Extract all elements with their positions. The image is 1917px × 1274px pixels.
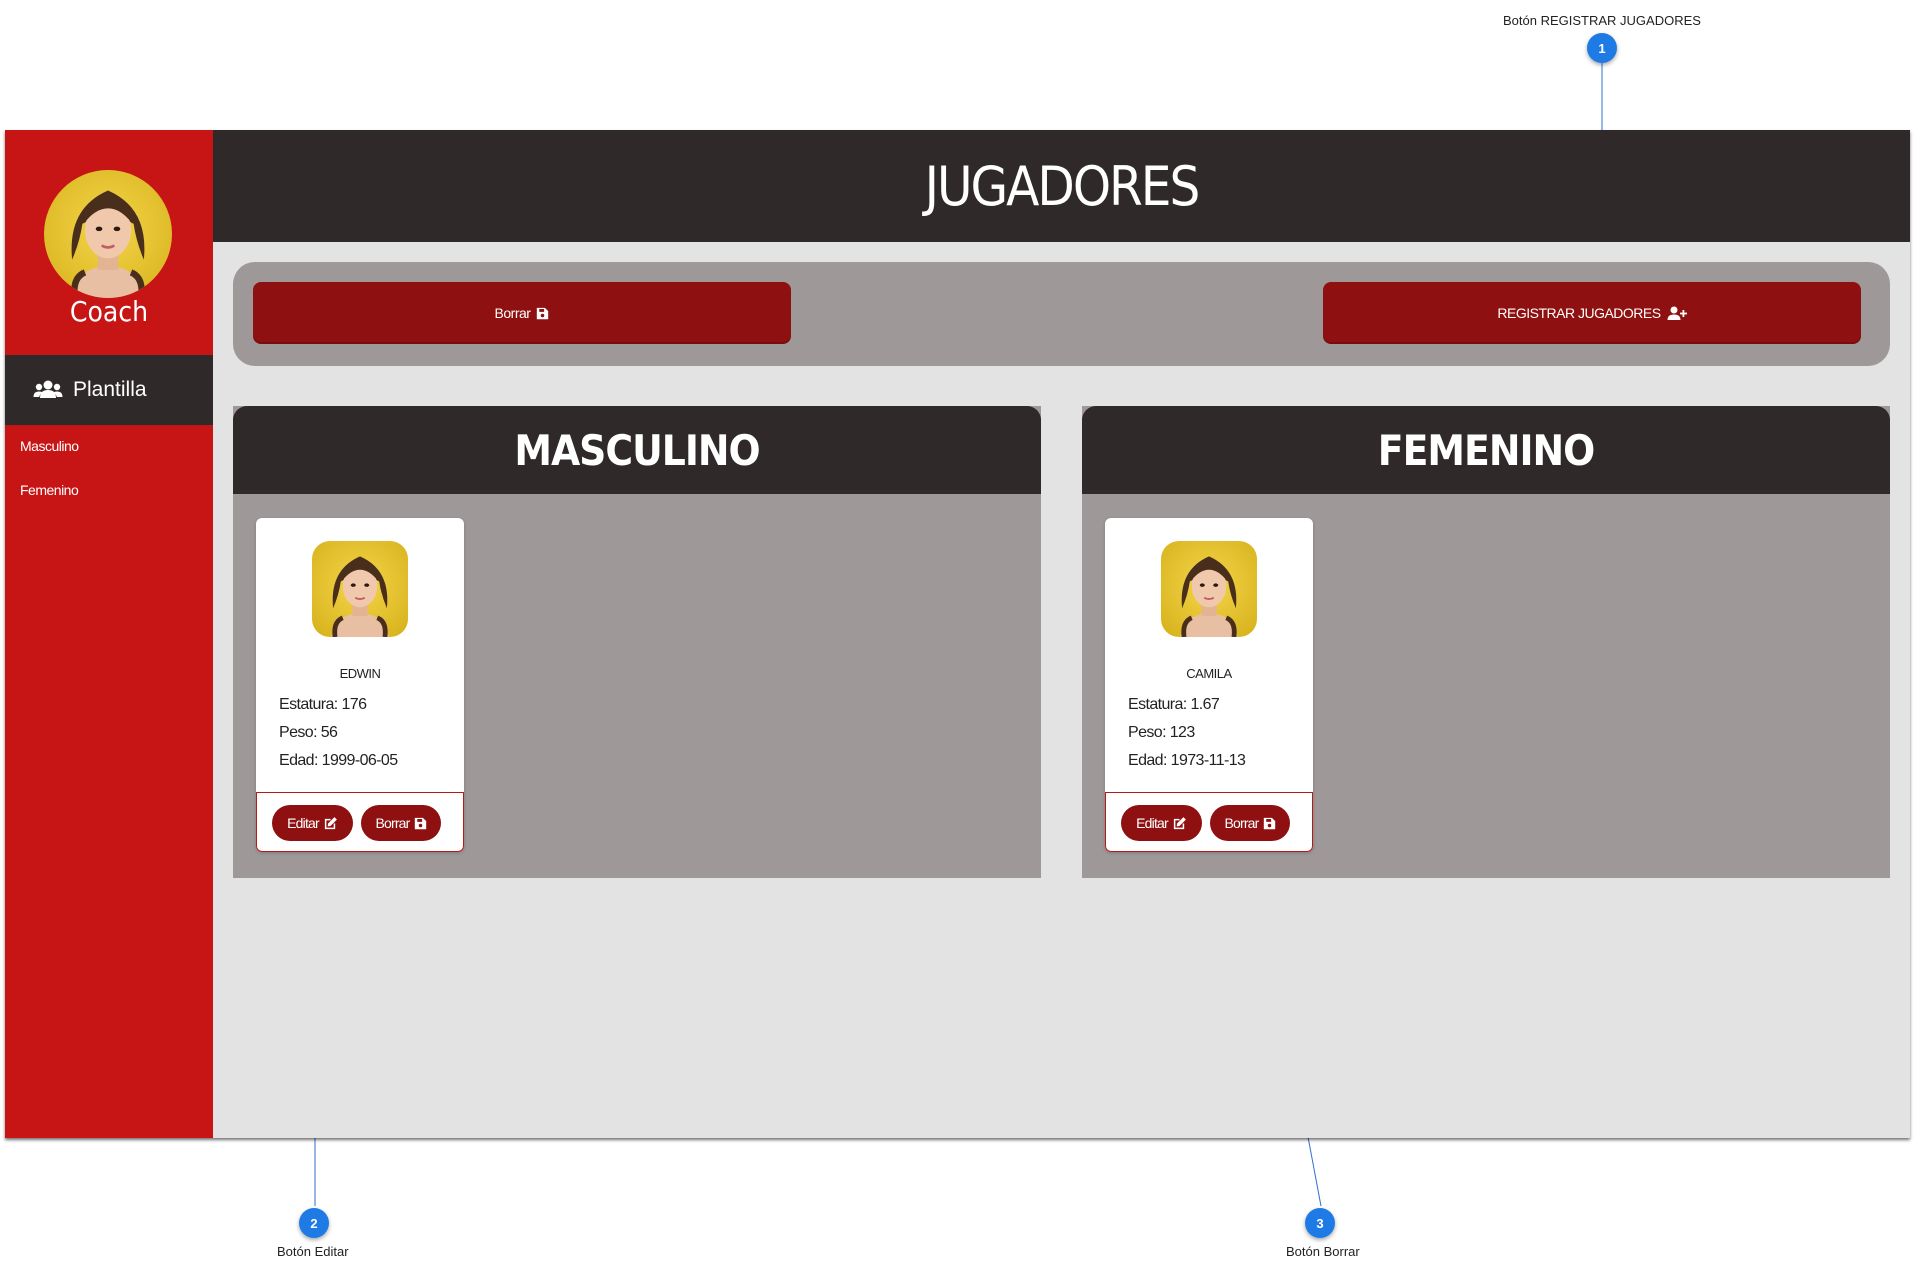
- users-icon: [33, 379, 63, 401]
- delete-label: Borrar: [375, 815, 410, 831]
- toolbar: Borrar REGISTRAR JUGADORES: [233, 262, 1890, 366]
- player-card: EDWIN Estatura: 176 Peso: 56 Edad: 1999-…: [256, 518, 464, 852]
- sidebar-item-plantilla[interactable]: Plantilla: [5, 355, 213, 425]
- edit-label: Editar: [1136, 815, 1169, 831]
- save-icon: [536, 307, 549, 320]
- panel-title: MASCULINO: [233, 406, 1041, 494]
- player-age: Edad: 1973-11-13: [1128, 752, 1246, 769]
- delete-label: Borrar: [1224, 815, 1259, 831]
- sidebar-item-femenino[interactable]: Femenino: [20, 482, 79, 498]
- sidebar-item-masculino[interactable]: Masculino: [20, 438, 79, 454]
- sidebar: Coach Plantilla Masculino Femenino: [5, 130, 213, 1138]
- delete-all-label: Borrar: [494, 305, 531, 321]
- edit-icon: [1172, 816, 1187, 831]
- save-icon: [414, 817, 427, 830]
- save-icon: [1263, 817, 1276, 830]
- player-height: Estatura: 176: [279, 696, 367, 713]
- card-actions: Editar Borrar: [256, 792, 464, 852]
- delete-button[interactable]: Borrar: [361, 805, 441, 841]
- player-weight: Peso: 56: [279, 724, 338, 741]
- user-name: Coach: [69, 295, 149, 328]
- player-card: CAMILA Estatura: 1.67 Peso: 123 Edad: 19…: [1105, 518, 1313, 852]
- player-photo: [1161, 541, 1257, 637]
- panel-masculino: MASCULINO EDWIN Estatura: 176 Peso: 56 E…: [233, 406, 1041, 878]
- card-actions: Editar Borrar: [1105, 792, 1313, 852]
- player-name: EDWIN: [339, 666, 381, 681]
- page-title: JUGADORES: [213, 130, 1910, 242]
- edit-label: Editar: [287, 815, 320, 831]
- edit-button[interactable]: Editar: [272, 805, 353, 841]
- player-age: Edad: 1999-06-05: [279, 752, 398, 769]
- edit-button[interactable]: Editar: [1121, 805, 1202, 841]
- delete-button[interactable]: Borrar: [1210, 805, 1290, 841]
- callout-marker-3: 3: [1305, 1208, 1335, 1238]
- user-plus-icon: [1667, 306, 1687, 321]
- player-photo: [312, 541, 408, 637]
- register-players-label: REGISTRAR JUGADORES: [1497, 305, 1661, 321]
- avatar-photo: [44, 170, 172, 298]
- callout-label-delete: Botón Borrar: [1286, 1244, 1360, 1259]
- panel-femenino: FEMENINO CAMILA Estatura: 1.67 Peso: 123…: [1082, 406, 1890, 878]
- callout-label-register: Botón REGISTRAR JUGADORES: [1503, 13, 1701, 28]
- app-window: Coach Plantilla Masculino Femenino JUGAD…: [5, 130, 1910, 1138]
- avatar[interactable]: [44, 170, 172, 298]
- callout-marker-1: 1: [1587, 33, 1617, 63]
- callout-label-edit: Botón Editar: [277, 1244, 349, 1259]
- register-players-button[interactable]: REGISTRAR JUGADORES: [1323, 282, 1861, 344]
- delete-all-button[interactable]: Borrar: [253, 282, 791, 344]
- player-name: CAMILA: [1186, 666, 1232, 681]
- edit-icon: [323, 816, 338, 831]
- callout-marker-2: 2: [299, 1208, 329, 1238]
- player-height: Estatura: 1.67: [1128, 696, 1220, 713]
- player-weight: Peso: 123: [1128, 724, 1195, 741]
- sidebar-item-label: Plantilla: [73, 378, 147, 401]
- panel-title: FEMENINO: [1082, 406, 1890, 494]
